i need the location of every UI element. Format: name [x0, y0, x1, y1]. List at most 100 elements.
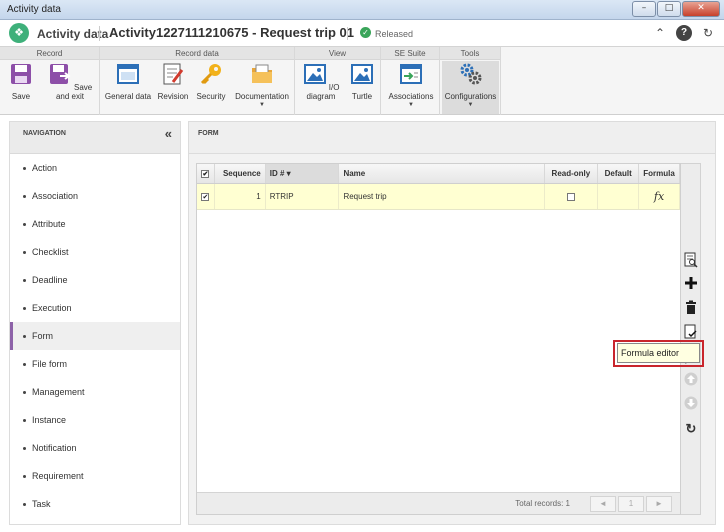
ribbon-group-title: Record data: [100, 47, 294, 60]
nav-item-notification[interactable]: Notification: [10, 434, 180, 462]
ribbon-group-view: View I/O diagram Turtle: [295, 47, 381, 115]
page-number: 1: [618, 496, 644, 512]
app-header: ❖ Activity data Activity1227111210675 - …: [0, 20, 724, 47]
form-title: FORM: [198, 130, 219, 137]
gear-icon: [460, 63, 481, 85]
add-button[interactable]: [682, 276, 700, 294]
configurations-button[interactable]: Configurations ▼: [442, 61, 499, 114]
minimize-button[interactable]: –: [632, 1, 656, 17]
table-row[interactable]: ✔ 1 RTRIP Request trip fx: [197, 184, 680, 210]
close-window-button[interactable]: ✕: [682, 1, 720, 17]
maximize-button[interactable]: □: [657, 1, 681, 17]
grid-header: ✔ Sequence ID # ▾ Name Read-only Default…: [197, 164, 680, 184]
ribbon-group-title: Tools: [440, 47, 500, 60]
associations-label: Associations: [388, 92, 434, 101]
column-header-name[interactable]: Name: [339, 164, 545, 183]
bullet-icon: [23, 419, 26, 423]
move-up-button[interactable]: [682, 372, 700, 390]
column-header-sequence[interactable]: Sequence: [215, 164, 266, 183]
status-badge: Released: [375, 29, 414, 39]
nav-item-label: Form: [32, 331, 53, 341]
nav-item-form[interactable]: Form: [10, 322, 180, 350]
bullet-icon: [23, 391, 26, 395]
associations-icon: [400, 64, 422, 84]
formula-icon[interactable]: fx: [654, 190, 664, 203]
general-data-icon: [117, 64, 139, 84]
general-data-button[interactable]: General data: [104, 62, 152, 101]
key-icon: [200, 64, 221, 85]
save-and-exit-button[interactable]: Save and exit: [43, 62, 97, 101]
save-label: Save: [11, 92, 31, 101]
checkbox[interactable]: ✔: [201, 169, 210, 178]
documentation-button[interactable]: Documentation ▼: [233, 62, 291, 108]
bullet-icon: [23, 503, 26, 507]
column-header-id[interactable]: ID # ▾: [265, 164, 340, 183]
bullet-icon: [23, 223, 26, 227]
delete-button[interactable]: [682, 300, 700, 318]
ribbon-toolbar: Record Save Save and exit Record data Ge…: [0, 47, 724, 115]
window-title: Activity data: [7, 4, 61, 15]
general-data-label: General data: [104, 92, 152, 101]
help-icon[interactable]: ?: [676, 25, 692, 41]
nav-item-action[interactable]: Action: [10, 154, 180, 182]
previous-page-button[interactable]: ◄: [590, 496, 616, 512]
nav-item-instance[interactable]: Instance: [10, 406, 180, 434]
nav-item-label: Notification: [32, 443, 77, 453]
read-only-checkbox[interactable]: [566, 192, 575, 201]
nav-item-association[interactable]: Association: [10, 182, 180, 210]
arrow-down-circle-icon: [684, 396, 698, 410]
trash-icon: [686, 300, 696, 314]
ribbon-group-title: View: [295, 47, 380, 60]
collapse-up-icon[interactable]: ⌃: [652, 25, 668, 41]
refresh-icon[interactable]: ↻: [700, 25, 716, 41]
grid-side-toolbar: fx ↻: [681, 163, 701, 515]
refresh-grid-button[interactable]: ↻: [682, 420, 700, 438]
nav-item-deadline[interactable]: Deadline: [10, 266, 180, 294]
io-diagram-icon: [303, 64, 326, 84]
nav-item-attribute[interactable]: Attribute: [10, 210, 180, 238]
move-down-button[interactable]: [682, 396, 700, 414]
bullet-icon: [23, 447, 26, 451]
nav-item-checklist[interactable]: Checklist: [10, 238, 180, 266]
bullet-icon: [23, 475, 26, 479]
navigation-list: Action Association Attribute Checklist Deadl…: [10, 154, 180, 524]
select-all-checkbox[interactable]: ✔: [197, 164, 215, 183]
cell-formula[interactable]: fx: [639, 184, 680, 209]
bullet-icon: [23, 335, 26, 339]
save-button[interactable]: Save: [4, 62, 38, 101]
chevron-down-icon: ▼: [408, 102, 414, 108]
revision-label: Revision: [157, 92, 189, 101]
nav-item-task[interactable]: Task: [10, 490, 180, 518]
form-header: FORM: [189, 122, 715, 154]
nav-item-label: Action: [32, 163, 58, 173]
cell-read-only[interactable]: [545, 184, 599, 209]
column-header-default[interactable]: Default: [598, 164, 640, 183]
next-page-button[interactable]: ►: [646, 496, 672, 512]
form-panel: FORM ✔ Sequence ID # ▾ Name Read-only De…: [188, 121, 716, 525]
row-select-checkbox[interactable]: ✔: [197, 184, 215, 209]
header-divider: [99, 26, 100, 41]
column-header-read-only[interactable]: Read-only: [545, 164, 599, 183]
security-label: Security: [196, 92, 226, 101]
associations-button[interactable]: Associations ▼: [385, 62, 437, 108]
view-details-button[interactable]: [682, 252, 700, 270]
cell-default: [598, 184, 640, 209]
nav-item-label: Requirement: [32, 471, 84, 481]
column-header-formula[interactable]: Formula: [639, 164, 680, 183]
security-button[interactable]: Security: [194, 62, 228, 101]
revision-icon: [163, 63, 184, 85]
cell-id: RTRIP: [266, 184, 340, 209]
turtle-button[interactable]: Turtle: [347, 62, 377, 101]
checkbox[interactable]: ✔: [201, 192, 210, 201]
nav-item-label: Association: [32, 191, 79, 201]
io-diagram-button[interactable]: I/O diagram: [299, 62, 343, 101]
nav-item-requirement[interactable]: Requirement: [10, 462, 180, 490]
grid-footer: Total records: 1 ◄ 1 ►: [197, 492, 680, 514]
nav-item-execution[interactable]: Execution: [10, 294, 180, 322]
nav-item-management[interactable]: Management: [10, 378, 180, 406]
revision-button[interactable]: Revision: [156, 62, 190, 101]
collapse-left-icon[interactable]: «: [165, 126, 172, 141]
cell-name: Request trip: [339, 184, 545, 209]
ribbon-group-record-data: Record data General data Revision Securi…: [100, 47, 295, 115]
nav-item-file-form[interactable]: File form: [10, 350, 180, 378]
